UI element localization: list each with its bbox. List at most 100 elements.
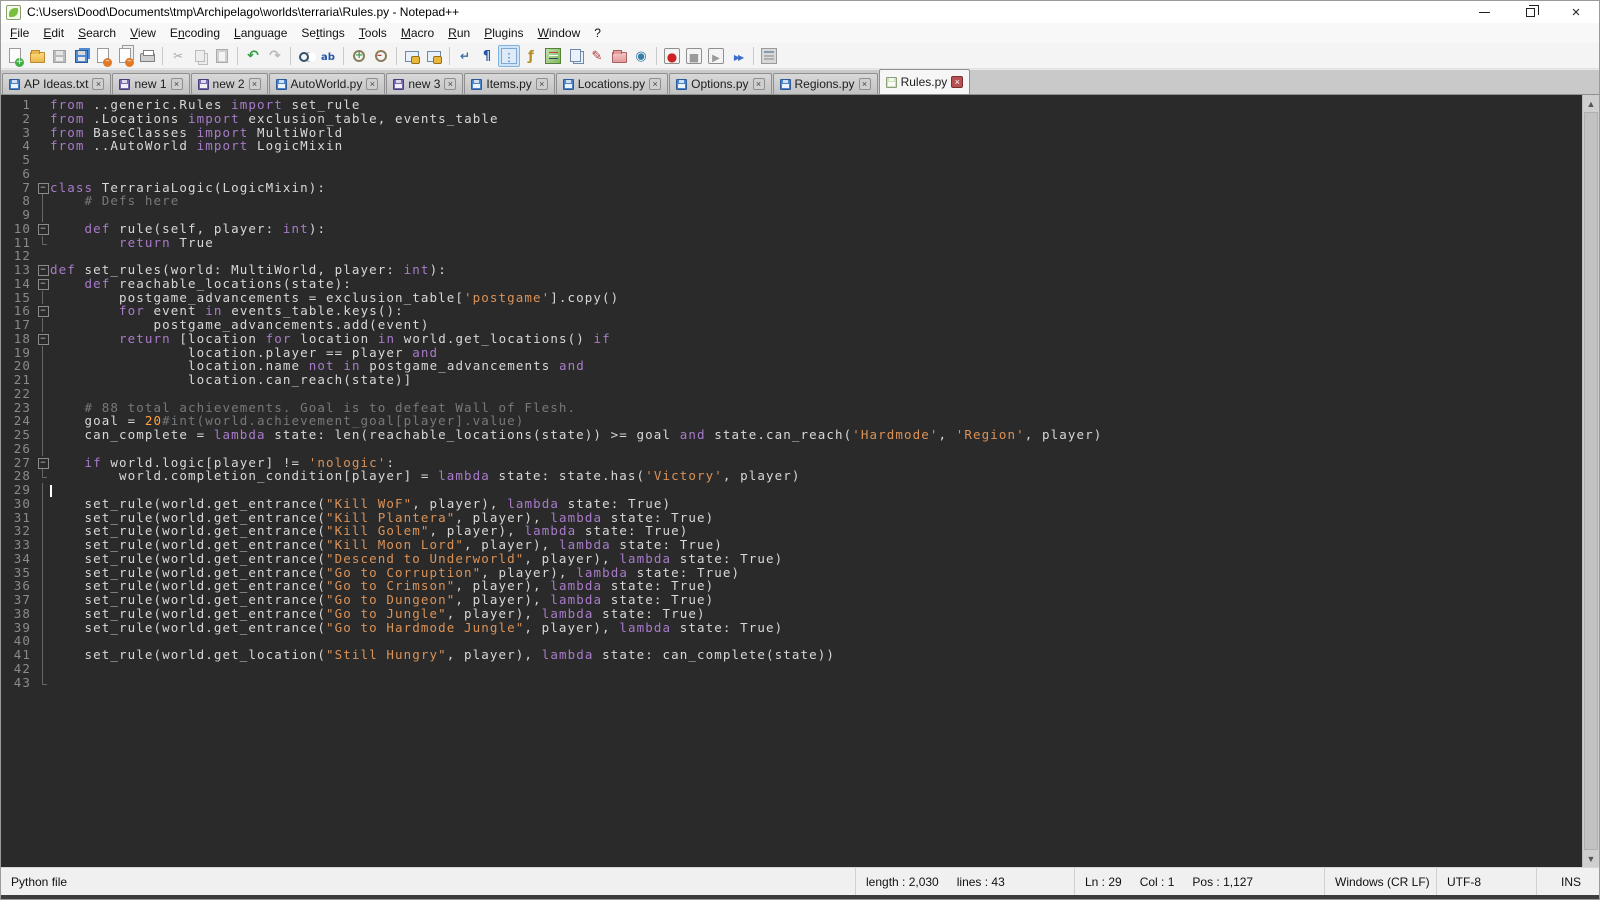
code-line[interactable]: 3from BaseClasses import MultiWorld <box>1 126 1582 140</box>
code-line[interactable]: 6 <box>1 167 1582 181</box>
tab-items-py[interactable]: Items.py× <box>464 73 554 94</box>
menu-item-plugins[interactable]: Plugins <box>477 24 530 42</box>
minimize-button[interactable] <box>1461 1 1507 23</box>
code-line[interactable]: 38 set_rule(world.get_entrance("Go to Ju… <box>1 607 1582 621</box>
code-line[interactable]: 31 set_rule(world.get_entrance("Kill Pla… <box>1 511 1582 525</box>
code-line[interactable]: 32 set_rule(world.get_entrance("Kill Gol… <box>1 524 1582 538</box>
code-line[interactable]: 7class TerrariaLogic(LogicMixin): <box>1 181 1582 195</box>
doc-map-button[interactable] <box>542 45 564 67</box>
menu-item-settings[interactable]: Settings <box>294 24 351 42</box>
paste-button[interactable] <box>211 45 233 67</box>
close-all-button[interactable] <box>114 45 136 67</box>
find-button[interactable] <box>295 45 317 67</box>
code-line[interactable]: 35 set_rule(world.get_entrance("Go to Co… <box>1 566 1582 580</box>
tab-autoworld-py[interactable]: AutoWorld.py× <box>269 73 386 94</box>
code-line[interactable]: 41 set_rule(world.get_location("Still Hu… <box>1 648 1582 662</box>
code-line[interactable]: 43 <box>1 676 1582 690</box>
code-line[interactable]: 4from ..AutoWorld import LogicMixin <box>1 139 1582 153</box>
menu-item-file[interactable]: File <box>3 24 36 42</box>
sync-h-button[interactable] <box>423 45 445 67</box>
redo-button[interactable] <box>264 45 286 67</box>
edit-marker-button[interactable] <box>586 45 608 67</box>
code-line[interactable]: 23 # 88 total achievements. Goal is to d… <box>1 401 1582 415</box>
zoom-out-button[interactable] <box>370 45 392 67</box>
open-button[interactable] <box>26 45 48 67</box>
fold-collapse-icon[interactable] <box>35 304 50 318</box>
menu-item-encoding[interactable]: Encoding <box>163 24 227 42</box>
fold-collapse-icon[interactable] <box>35 456 50 470</box>
close-tab-icon[interactable]: × <box>171 78 183 90</box>
code-line[interactable]: 8 # Defs here <box>1 194 1582 208</box>
code-line[interactable]: 20 location.name not in postgame_advance… <box>1 359 1582 373</box>
scrollbar-thumb[interactable] <box>1584 112 1598 850</box>
tab-options-py[interactable]: Options.py× <box>669 73 771 94</box>
status-eol-format[interactable]: Windows (CR LF) <box>1325 868 1437 895</box>
new-file-button[interactable] <box>4 45 26 67</box>
restore-button[interactable] <box>1507 1 1553 23</box>
menu-item-tools[interactable]: Tools <box>352 24 394 42</box>
monitoring-button[interactable] <box>630 45 652 67</box>
code-line[interactable]: 2from .Locations import exclusion_table,… <box>1 112 1582 126</box>
fold-collapse-icon[interactable] <box>35 222 50 236</box>
macro-multi-button[interactable] <box>727 45 749 67</box>
code-line[interactable]: 24 goal = 20#int(world.achievement_goal[… <box>1 414 1582 428</box>
save-button[interactable] <box>48 45 70 67</box>
save-all-button[interactable] <box>70 45 92 67</box>
fold-collapse-icon[interactable] <box>35 181 50 195</box>
replace-button[interactable] <box>317 45 339 67</box>
code-line[interactable]: 9 <box>1 208 1582 222</box>
menu-item-language[interactable]: Language <box>227 24 294 42</box>
code-line[interactable]: 12 <box>1 249 1582 263</box>
tab-regions-py[interactable]: Regions.py× <box>773 73 878 94</box>
fold-collapse-icon[interactable] <box>35 277 50 291</box>
code-line[interactable]: 29 <box>1 483 1582 497</box>
sync-v-button[interactable] <box>401 45 423 67</box>
macro-rec-button[interactable] <box>661 45 683 67</box>
code-line[interactable]: 25 can_complete = lambda state: len(reac… <box>1 428 1582 442</box>
menu-item-help[interactable]: ? <box>587 24 608 42</box>
fold-collapse-icon[interactable] <box>35 263 50 277</box>
close-tab-icon[interactable]: × <box>366 78 378 90</box>
close-tab-icon[interactable]: × <box>249 78 261 90</box>
code-line[interactable]: 28 world.completion_condition[player] = … <box>1 469 1582 483</box>
code-line[interactable]: 21 location.can_reach(state)] <box>1 373 1582 387</box>
indent-guide-button[interactable] <box>498 45 520 67</box>
code-line[interactable]: 15 postgame_advancements = exclusion_tab… <box>1 291 1582 305</box>
tab-ap-ideas-txt[interactable]: AP Ideas.txt× <box>2 73 111 94</box>
code-line[interactable]: 33 set_rule(world.get_entrance("Kill Moo… <box>1 538 1582 552</box>
code-line[interactable]: 13def set_rules(world: MultiWorld, playe… <box>1 263 1582 277</box>
status-encoding[interactable]: UTF-8 <box>1437 868 1537 895</box>
close-tab-icon[interactable]: × <box>753 78 765 90</box>
tab-rules-py[interactable]: Rules.py× <box>879 69 971 94</box>
copy-button[interactable] <box>189 45 211 67</box>
code-line[interactable]: 19 location.player == player and <box>1 346 1582 360</box>
vertical-scrollbar[interactable]: ▲ ▼ <box>1582 95 1599 867</box>
code-line[interactable]: 30 set_rule(world.get_entrance("Kill WoF… <box>1 497 1582 511</box>
close-tab-icon[interactable]: × <box>444 78 456 90</box>
macro-stop-button[interactable] <box>683 45 705 67</box>
code-line[interactable]: 27 if world.logic[player] != 'nologic': <box>1 456 1582 470</box>
editor-area[interactable]: 1from ..generic.Rules import set_rule2fr… <box>1 94 1599 867</box>
fold-collapse-icon[interactable] <box>35 332 50 346</box>
folder-workspace-button[interactable] <box>608 45 630 67</box>
close-tab-icon[interactable]: × <box>92 78 104 90</box>
code-line[interactable]: 36 set_rule(world.get_entrance("Go to Cr… <box>1 579 1582 593</box>
menu-item-window[interactable]: Window <box>531 24 588 42</box>
code-line[interactable]: 34 set_rule(world.get_entrance("Descend … <box>1 552 1582 566</box>
undo-button[interactable] <box>242 45 264 67</box>
macro-save-button[interactable] <box>758 45 780 67</box>
code-line[interactable]: 26 <box>1 442 1582 456</box>
close-tab-icon[interactable]: × <box>859 78 871 90</box>
code-line[interactable]: 17 postgame_advancements.add(event) <box>1 318 1582 332</box>
tab-new-3[interactable]: new 3× <box>386 73 463 94</box>
scroll-up-icon[interactable]: ▲ <box>1583 95 1599 112</box>
close-button[interactable]: × <box>1553 1 1599 23</box>
tab-new-1[interactable]: new 1× <box>112 73 189 94</box>
code-line[interactable]: 42 <box>1 662 1582 676</box>
tab-new-2[interactable]: new 2× <box>191 73 268 94</box>
menu-item-macro[interactable]: Macro <box>394 24 441 42</box>
macro-play-button[interactable] <box>705 45 727 67</box>
print-button[interactable] <box>136 45 158 67</box>
close-tab-icon[interactable]: × <box>536 78 548 90</box>
code-line[interactable]: 10 def rule(self, player: int): <box>1 222 1582 236</box>
